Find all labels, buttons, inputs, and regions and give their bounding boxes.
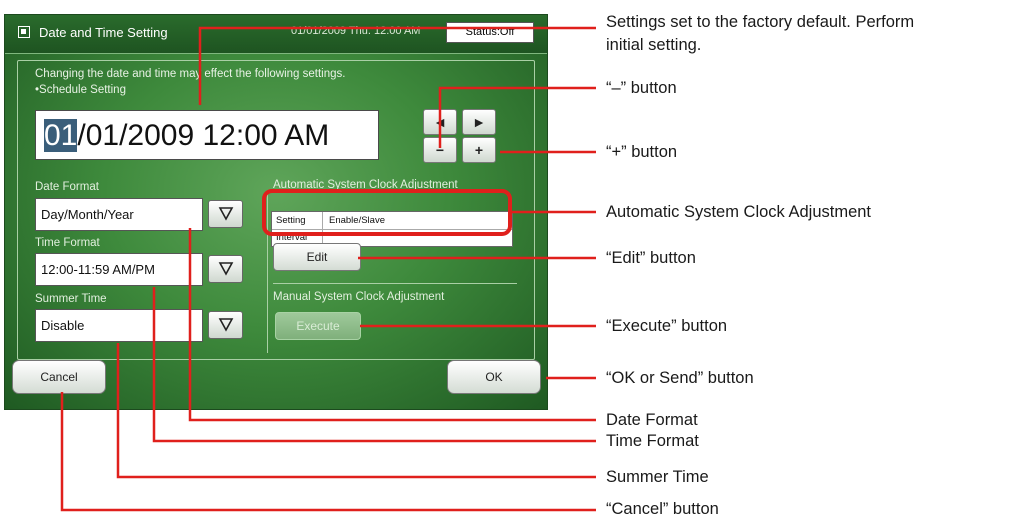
title-bar: Date and Time Setting 01/01/2009 Thu. 12… (5, 15, 547, 54)
callout-auto-adjust: Automatic System Clock Adjustment (606, 203, 872, 221)
section-divider (273, 283, 517, 284)
auto-adjust-highlight (262, 189, 512, 236)
window-icon (18, 26, 30, 38)
datetime-field[interactable]: 01/01/2009 12:00 AM (35, 110, 379, 160)
date-format-select[interactable]: Day/Month/Year (35, 198, 203, 231)
chevron-down-icon (218, 318, 234, 332)
callout-minus: “–” button (606, 79, 677, 97)
callout-execute: “Execute” button (606, 317, 728, 335)
summer-time-select[interactable]: Disable (35, 309, 203, 342)
notice-text: Changing the date and time may effect th… (35, 68, 346, 80)
edit-button[interactable]: Edit (273, 243, 361, 271)
callout-time-format: Time Format (606, 432, 699, 450)
callout-ok: “OK or Send” button (606, 369, 754, 387)
callout-cancel: “Cancel” button (606, 500, 719, 518)
callout-status-line2: initial setting. (606, 36, 702, 54)
summer-time-dropdown-button[interactable] (208, 311, 243, 339)
time-format-label: Time Format (35, 237, 100, 249)
datetime-selected-part[interactable]: 01 (44, 119, 78, 152)
summer-time-label: Summer Time (35, 293, 107, 305)
callout-edit: “Edit” button (606, 249, 696, 267)
cancel-button[interactable]: Cancel (12, 360, 106, 394)
cursor-right-button[interactable]: ► (462, 109, 496, 135)
datetime-rest: /01/2009 12:00 AM (77, 119, 330, 152)
chevron-down-icon (218, 207, 234, 221)
date-format-label: Date Format (35, 181, 99, 193)
callout-summer-time: Summer Time (606, 468, 709, 486)
time-format-select[interactable]: 12:00-11:59 AM/PM (35, 253, 203, 286)
manual-adjust-label: Manual System Clock Adjustment (273, 291, 445, 303)
status-indicator: Status:Off (446, 22, 534, 43)
time-format-dropdown-button[interactable] (208, 255, 243, 283)
window-title: Date and Time Setting (39, 25, 168, 40)
callout-status-line1: Settings set to the factory default. Per… (606, 13, 915, 31)
execute-button[interactable]: Execute (275, 312, 361, 340)
plus-button[interactable]: + (462, 137, 496, 163)
date-format-dropdown-button[interactable] (208, 200, 243, 228)
notice-schedule: •Schedule Setting (35, 84, 126, 96)
minus-button[interactable]: − (423, 137, 457, 163)
callout-plus: “+” button (606, 143, 678, 161)
chevron-down-icon (218, 262, 234, 276)
ok-button[interactable]: OK (447, 360, 541, 394)
cursor-left-button[interactable]: ◄ (423, 109, 457, 135)
current-datetime: 01/01/2009 Thu. 12:00 AM (291, 25, 421, 37)
